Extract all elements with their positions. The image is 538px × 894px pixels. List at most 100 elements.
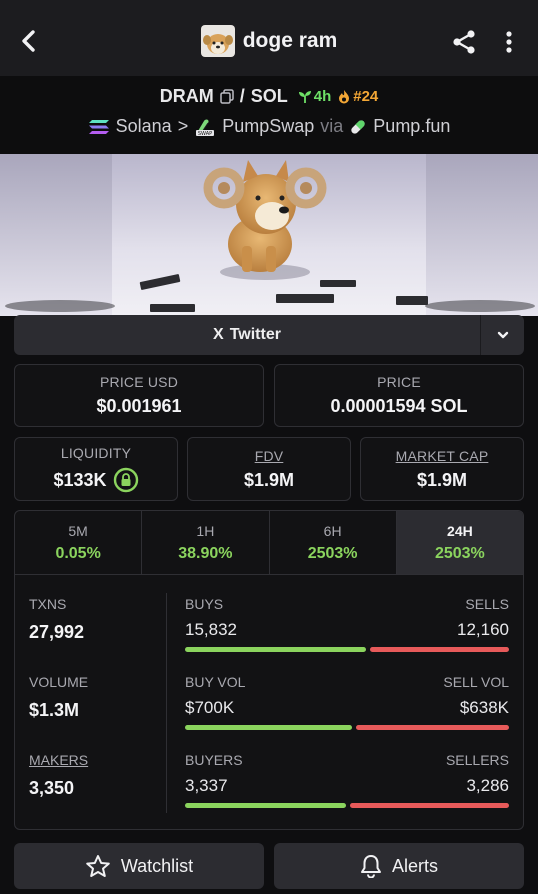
more-vertical-icon	[506, 31, 512, 53]
liquidity-card: LIQUIDITY $133K	[14, 437, 178, 501]
liquidity-label: LIQUIDITY	[60, 445, 132, 461]
route-arrow: >	[177, 116, 189, 136]
star-icon	[86, 854, 110, 877]
tab-change: 38.90%	[178, 544, 233, 562]
alerts-button[interactable]: Alerts	[274, 843, 524, 889]
base-symbol: DRAM	[159, 86, 214, 106]
twitter-label: Twitter	[229, 326, 281, 343]
share-button[interactable]	[448, 26, 480, 58]
more-options-button[interactable]	[496, 26, 522, 58]
fdv-card: FDV $1.9M	[187, 437, 351, 501]
volume-bar	[185, 725, 509, 730]
buys-label: BUYS	[185, 596, 224, 612]
buyers-bar	[185, 803, 509, 808]
pair-age: 4h	[298, 88, 332, 105]
buys-sells-bar	[185, 647, 509, 652]
price-usd-label: PRICE USD	[99, 374, 179, 390]
pair-row: DRAM / SOL 4h #24	[0, 86, 538, 107]
pill-icon	[351, 119, 365, 134]
tab-label: 6H	[323, 522, 342, 539]
social-expand-button[interactable]	[480, 315, 524, 355]
via-text: via	[320, 116, 344, 136]
sellers-bar-fill	[350, 803, 509, 808]
price-native-card: PRICE 0.00001594 SOL	[274, 364, 524, 427]
tab-5m[interactable]: 5M 0.05%	[15, 511, 143, 574]
sellers-label: SELLERS	[445, 752, 509, 768]
launchpad-link[interactable]: Pump.fun	[373, 116, 450, 137]
buyers-value: 3,337	[185, 776, 228, 795]
tab-6h[interactable]: 6H 2503%	[270, 511, 397, 574]
sells-bar-fill	[370, 647, 509, 652]
buys-value: 15,832	[185, 620, 237, 639]
volume-label: VOLUME	[29, 674, 89, 690]
buy-vol-bar-fill	[185, 725, 353, 730]
pair-separator: /	[239, 86, 245, 106]
pair-age-text: 4h	[313, 88, 332, 105]
price-usd-value: $0.001961	[96, 396, 182, 416]
bell-icon	[360, 855, 381, 878]
route-row: Solana > SWAP PumpSwap via Pump.fun	[0, 116, 538, 137]
fdv-value: $1.9M	[243, 469, 295, 490]
tab-1h[interactable]: 1H 38.90%	[142, 511, 270, 574]
sell-vol-bar-fill	[356, 725, 509, 730]
flame-icon	[339, 90, 350, 104]
trending-rank-text: #24	[353, 88, 379, 105]
tab-label: 24H	[447, 522, 473, 539]
sellers-value: 3,286	[466, 776, 509, 795]
liquidity-value: $133K	[53, 469, 107, 490]
token-banner	[0, 154, 538, 316]
tab-change: 0.05%	[55, 544, 101, 562]
dex-link[interactable]: PumpSwap	[222, 116, 314, 137]
buyers-label: BUYERS	[185, 752, 243, 768]
svg-text:SWAP: SWAP	[198, 131, 212, 137]
token-name: doge ram	[242, 29, 338, 52]
market-cap-value: $1.9M	[416, 469, 468, 490]
market-cap-card: MARKET CAP $1.9M	[360, 437, 524, 501]
copy-icon	[219, 89, 234, 104]
fdv-label[interactable]: FDV	[255, 448, 284, 464]
buyers-sellers: BUYERS SELLERS 3,337 3,286	[185, 752, 509, 808]
tab-change: 2503%	[434, 544, 485, 562]
sells-label: SELLS	[465, 596, 509, 612]
sell-vol-label: SELL VOL	[443, 674, 509, 690]
liquidity-value-row: $133K	[53, 467, 138, 493]
chain-link[interactable]: Solana	[116, 116, 172, 137]
stats-panel: 5M 0.05% 1H 38.90% 6H 2503% 24H 2503% TX…	[14, 510, 524, 830]
makers-label[interactable]: MAKERS	[29, 752, 88, 768]
pair-info: DRAM / SOL 4h #24 Solana > SWAP PumpSwap…	[0, 76, 538, 154]
buys-bar-fill	[185, 647, 367, 652]
tab-label: 5M	[68, 522, 88, 539]
banner-image	[0, 154, 538, 316]
token-avatar	[200, 25, 235, 57]
price-native-label: PRICE	[377, 374, 421, 390]
makers-metric: MAKERS 3,350	[29, 752, 88, 799]
txns-value: 27,992	[29, 622, 85, 642]
top-bar: doge ram	[0, 0, 538, 76]
sells-value: 12,160	[457, 620, 509, 639]
sprout-icon	[298, 90, 311, 103]
watchlist-label: Watchlist	[120, 855, 194, 876]
alerts-label: Alerts	[391, 855, 438, 876]
x-logo-icon: X	[213, 326, 224, 343]
social-links: X Twitter	[14, 315, 524, 355]
trending-rank[interactable]: #24	[337, 88, 378, 105]
lock-icon[interactable]	[113, 467, 139, 493]
price-native-value: 0.00001594 SOL	[330, 396, 468, 416]
buy-vol-value: $700K	[185, 698, 235, 717]
market-cap-label[interactable]: MARKET CAP	[396, 448, 489, 464]
buyers-bar-fill	[185, 803, 347, 808]
txns-metric: TXNS 27,992	[29, 596, 84, 643]
twitter-link[interactable]: X Twitter	[14, 315, 480, 355]
pumpswap-icon: SWAP	[196, 119, 215, 137]
quote-symbol: SOL	[250, 86, 288, 106]
buy-vol-label: BUY VOL	[185, 674, 246, 690]
copy-address-button[interactable]	[219, 89, 234, 104]
solana-icon	[88, 119, 109, 134]
tab-change: 2503%	[307, 544, 358, 562]
tab-24h[interactable]: 24H 2503%	[396, 511, 523, 574]
makers-value: 3,350	[29, 778, 75, 798]
tab-label: 1H	[196, 522, 215, 539]
watchlist-button[interactable]: Watchlist	[14, 843, 264, 889]
price-usd-card: PRICE USD $0.001961	[14, 364, 264, 427]
volume-value: $1.3M	[29, 700, 80, 720]
